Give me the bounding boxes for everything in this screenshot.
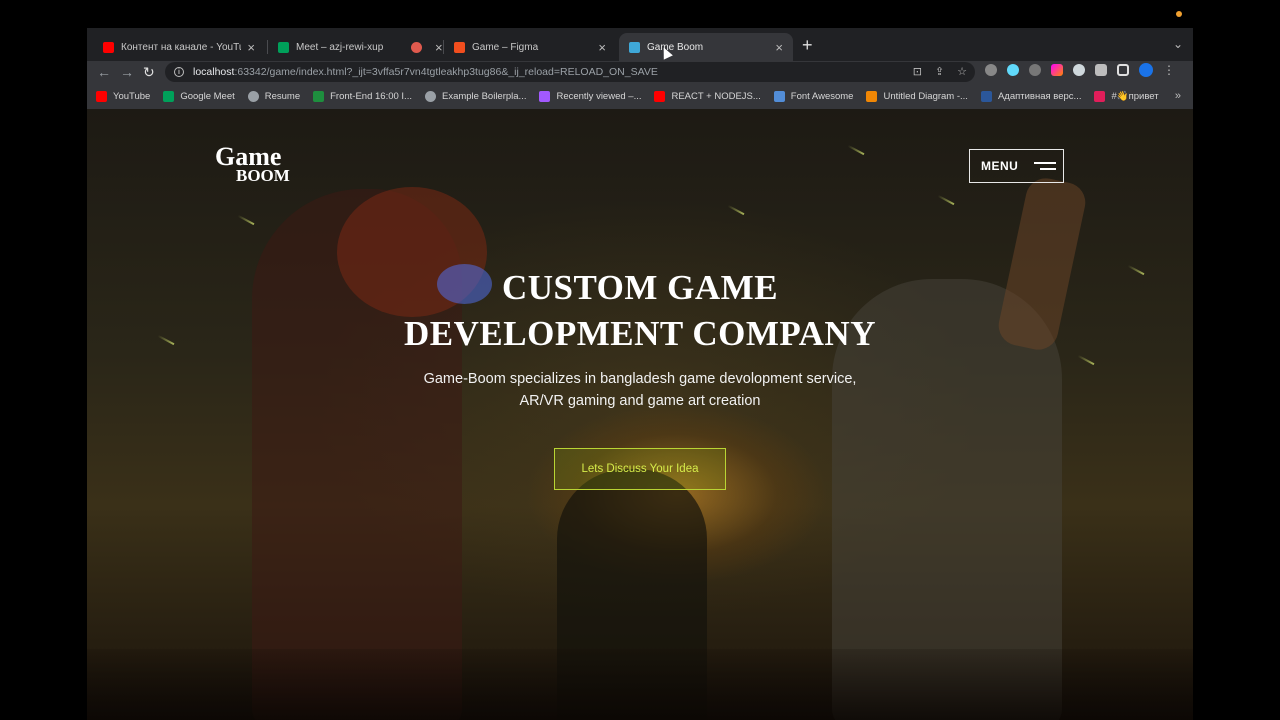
hero-title: CUSTOM GAME DEVELOPMENT COMPANY xyxy=(87,265,1193,357)
hero-title-line-1: CUSTOM GAME xyxy=(501,268,779,307)
logo-line-2: BOOM xyxy=(236,166,290,185)
site-logo[interactable]: Game BOOM xyxy=(215,144,290,185)
bookmarks-bar: YouTube Google Meet Resume Front-End 16:… xyxy=(87,83,1193,109)
record-icon xyxy=(411,41,422,53)
flag-icon xyxy=(773,90,785,102)
meet-icon xyxy=(278,41,289,53)
bookmarks-overflow-icon[interactable]: » xyxy=(1175,90,1181,102)
classroom-icon xyxy=(313,90,325,102)
more-menu-icon[interactable]: ⋮ xyxy=(1163,63,1175,77)
browser-toolbar: ← → ↻ i localhost :63342/game/index.html… xyxy=(87,61,1193,83)
youtube-icon xyxy=(654,90,666,102)
side-panel-icon[interactable] xyxy=(1117,64,1129,76)
share-icon[interactable]: ⇪ xyxy=(935,65,944,78)
word-icon xyxy=(980,90,992,102)
close-icon[interactable]: × xyxy=(598,41,606,54)
tab-pinned-figma[interactable]: × xyxy=(405,33,443,61)
tab-title: Meet – azj-rewi-xup xyxy=(296,41,384,53)
globe-icon xyxy=(247,90,259,102)
forward-button[interactable]: → xyxy=(120,62,134,82)
back-button[interactable]: ← xyxy=(97,62,111,82)
meteor xyxy=(237,214,255,226)
youtube-icon xyxy=(96,90,107,102)
hero-subtitle-line-2: AR/VR gaming and game art creation xyxy=(519,393,761,409)
reload-button[interactable]: ↻ xyxy=(143,62,155,82)
address-host: localhost xyxy=(193,66,235,78)
tab-title: Game – Figma xyxy=(472,41,539,53)
tab-strip: Контент на канале - YouTube × Meet – azj… xyxy=(87,28,1193,61)
avatar[interactable] xyxy=(1139,63,1153,77)
bookmark-item[interactable]: Example Boilerpla... xyxy=(424,90,526,102)
tab-title: Контент на канале - YouTube xyxy=(121,41,241,53)
bookmark-item[interactable]: Resume xyxy=(247,90,300,102)
bookmark-item[interactable]: #👋привет xyxy=(1094,90,1159,102)
tab-search-icon[interactable]: ⌄ xyxy=(1173,37,1183,51)
close-icon[interactable]: × xyxy=(775,41,783,54)
menu-label: MENU xyxy=(981,159,1019,173)
meteor xyxy=(937,194,955,206)
drawio-icon xyxy=(866,90,878,102)
bookmark-item[interactable]: Font Awesome xyxy=(773,90,853,102)
webstorm-icon xyxy=(629,41,640,53)
puzzle-icon[interactable] xyxy=(1095,64,1107,76)
figma-icon xyxy=(539,90,551,102)
tab-game-boom[interactable]: Game Boom × xyxy=(619,33,793,61)
hamburger-icon xyxy=(1034,162,1057,170)
bookmark-item[interactable]: Google Meet xyxy=(163,90,235,102)
hero-subtitle-line-1: Game-Boom specializes in bangladesh game… xyxy=(423,371,857,387)
close-icon[interactable]: × xyxy=(247,41,255,54)
bookmark-item[interactable]: Recently viewed –... xyxy=(539,90,641,102)
browser-window: Контент на канале - YouTube × Meet – azj… xyxy=(87,28,1193,720)
react-devtools-icon[interactable] xyxy=(1007,64,1019,76)
menu-button[interactable]: MENU xyxy=(969,149,1064,183)
profile-extension-icon[interactable] xyxy=(1073,64,1085,76)
tab-youtube[interactable]: Контент на канале - YouTube × xyxy=(93,33,265,61)
meteor xyxy=(847,144,865,156)
ground xyxy=(87,649,1193,720)
figma-icon xyxy=(454,41,465,53)
info-icon[interactable]: i xyxy=(174,67,184,77)
address-path: :63342/game/index.html?_ijt=3vffa5r7vn4t… xyxy=(234,66,658,78)
bookmark-item[interactable]: Адаптивная верс... xyxy=(980,90,1081,102)
recording-indicator-dot xyxy=(1176,11,1182,17)
bookmark-item[interactable]: REACT + NODEJS... xyxy=(654,90,761,102)
discuss-idea-button[interactable]: Lets Discuss Your Idea xyxy=(554,448,726,490)
game-boom-page: Game BOOM MENU CUSTOM GAME DEVELOPMENT C… xyxy=(87,109,1193,720)
bookmark-item[interactable]: YouTube xyxy=(96,90,150,102)
settings-extension-icon[interactable] xyxy=(985,64,997,76)
tab-meet[interactable]: Meet – azj-rewi-xup xyxy=(268,33,404,61)
star-icon[interactable]: ☆ xyxy=(957,65,967,78)
bookmark-item[interactable]: Untitled Diagram -... xyxy=(866,90,968,102)
new-tab-button[interactable]: + xyxy=(802,36,813,54)
hero-title-line-2: DEVELOPMENT COMPANY xyxy=(404,314,876,353)
youtube-icon xyxy=(103,41,114,53)
hero-subtitle: Game-Boom specializes in bangladesh game… xyxy=(87,368,1193,412)
tab-game-figma[interactable]: Game – Figma × xyxy=(444,33,616,61)
bookmark-item[interactable]: Front-End 16:00 I... xyxy=(313,90,412,102)
slack-icon xyxy=(1094,90,1106,102)
close-icon[interactable]: × xyxy=(435,41,443,54)
extension-icon[interactable] xyxy=(1029,64,1041,76)
color-extension-icon[interactable] xyxy=(1051,64,1063,76)
meteor xyxy=(727,204,745,216)
meet-icon xyxy=(163,90,175,102)
address-bar[interactable]: i localhost :63342/game/index.html?_ijt=… xyxy=(165,62,975,82)
globe-icon xyxy=(424,90,436,102)
translate-icon[interactable]: ⊡ xyxy=(913,65,922,78)
extensions-bar: ⋮ xyxy=(985,63,1175,77)
